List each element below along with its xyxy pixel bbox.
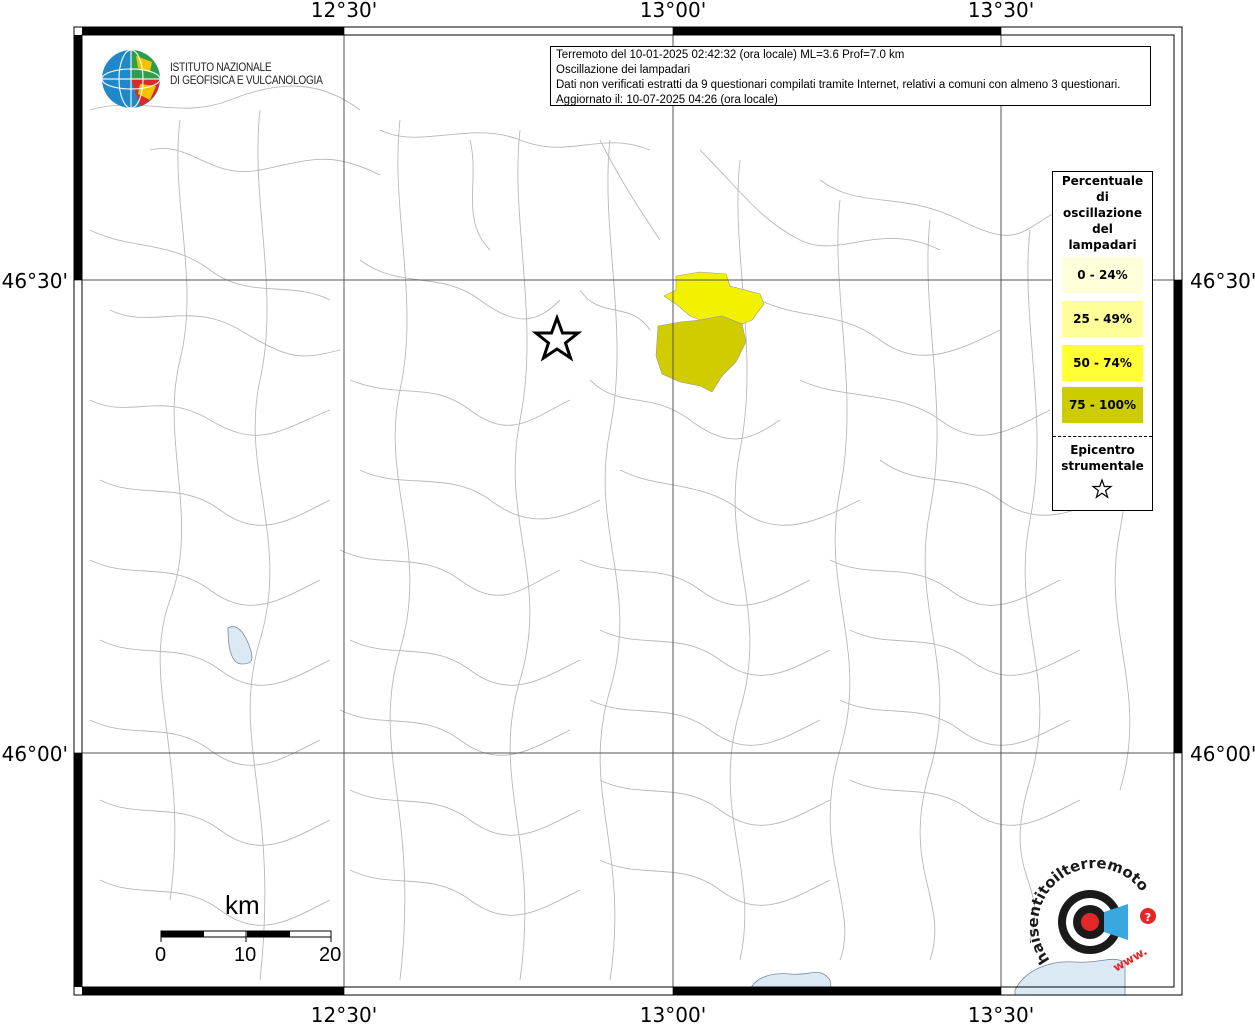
ingv-logo: ISTITUTO NAZIONALE DI GEOFISICA E VULCAN… <box>100 48 323 110</box>
event-info-line3: Dati non verificati estratti da 9 questi… <box>556 79 1121 91</box>
legend-swatch-75-100: 75 - 100% <box>1062 387 1143 423</box>
lat-label-right-1: 46°30' <box>1190 269 1255 293</box>
legend-epicenter-title: Epicentro strumentale <box>1053 442 1152 474</box>
legend-star-icon <box>1091 478 1113 499</box>
scale-bar-unit: km <box>225 890 260 920</box>
legend-title-line: lampadari <box>1068 238 1137 252</box>
lon-label-bottom-3: 13°30' <box>968 1003 1034 1024</box>
lat-label-left-2: 46°00' <box>2 742 68 766</box>
lon-label-bottom-2: 13°00' <box>640 1003 706 1024</box>
lat-label-right-2: 46°00' <box>1190 742 1255 766</box>
scale-bar-tick-10: 10 <box>234 944 257 966</box>
legend-title-line: oscillazione <box>1063 206 1142 220</box>
ingv-logo-text: ISTITUTO NAZIONALE DI GEOFISICA E VULCAN… <box>170 62 323 88</box>
ingv-logo-line2: DI GEOFISICA E VULCANOLOGIA <box>170 75 323 87</box>
lon-label-top-2: 13°00' <box>640 0 706 22</box>
legend-title: Percentuale di oscillazione del lampadar… <box>1053 173 1152 253</box>
lon-label-bottom-1: 12°30' <box>311 1003 377 1024</box>
legend-swatch-50-74: 50 - 74% <box>1062 345 1143 381</box>
haisentitoilterremoto-logo: ? haisentitoilterremoto.it www. <box>1024 846 1160 990</box>
scale-bar-tick-20: 20 <box>319 944 342 966</box>
event-info-line2: Oscillazione dei lampadari <box>556 64 691 76</box>
ingv-globe-icon <box>101 49 161 109</box>
hst-logo-prefix: www. <box>1111 944 1150 975</box>
svg-text:?: ? <box>1145 911 1151 924</box>
legend-swatch-0-24: 0 - 24% <box>1062 257 1143 293</box>
legend-swatch-25-49: 25 - 49% <box>1062 301 1143 337</box>
hst-target-icon: ? haisentitoilterremoto.it www. <box>1024 846 1156 975</box>
legend-epicenter-line: Epicentro <box>1070 443 1135 457</box>
legend-title-line: Percentuale <box>1061 174 1144 188</box>
legend: Percentuale di oscillazione del lampadar… <box>1052 171 1153 511</box>
legend-title-line: del <box>1092 222 1113 236</box>
ingv-logo-line1: ISTITUTO NAZIONALE <box>170 62 272 74</box>
event-info-line4: Aggiornato il: 10-07-2025 04:26 (ora loc… <box>556 94 778 106</box>
scale-bar: km 0 10 20 <box>150 890 350 970</box>
scale-bar-tick-0: 0 <box>155 944 167 966</box>
lon-label-top-1: 12°30' <box>311 0 377 22</box>
legend-title-line: di <box>1096 190 1109 204</box>
event-info-line1: Terremoto del 10-01-2025 02:42:32 (ora l… <box>556 49 905 61</box>
legend-epicenter-line: strumentale <box>1061 459 1144 473</box>
event-info-box: Terremoto del 10-01-2025 02:42:32 (ora l… <box>550 46 1151 106</box>
legend-separator <box>1053 436 1152 437</box>
lon-label-top-3: 13°30' <box>968 0 1034 22</box>
lat-label-left-1: 46°30' <box>2 269 68 293</box>
